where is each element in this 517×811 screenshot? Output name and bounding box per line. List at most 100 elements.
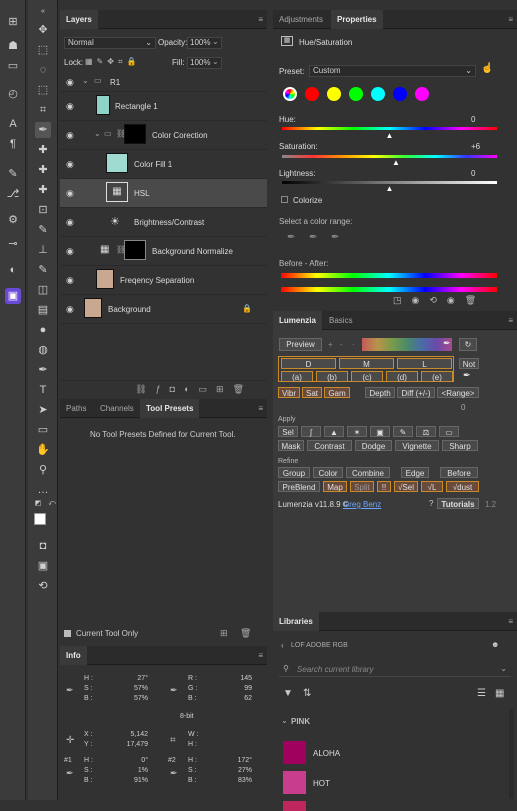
tab-tool-presets[interactable]: Tool Presets — [140, 399, 200, 418]
chevron-down-icon[interactable]: ⌄ — [82, 76, 89, 85]
layer-row-selected[interactable]: ◉ ▦ HSL — [60, 179, 267, 208]
zoom-tool-icon[interactable]: ⚲ — [35, 462, 51, 478]
chevron-left-icon[interactable]: ‹ — [281, 641, 284, 650]
type-tool-icon[interactable]: T — [35, 382, 51, 398]
libraries-icon[interactable]: ⊞ — [5, 14, 21, 30]
tab-lumenzia[interactable]: Lumenzia — [273, 311, 322, 330]
healing-tool-icon[interactable]: ✚ — [35, 142, 51, 158]
contrast-button[interactable]: Contrast — [307, 440, 352, 451]
brush-tool-icon[interactable]: ✎ — [35, 222, 51, 238]
filter-icon[interactable]: ▼ — [283, 688, 293, 699]
lightness-slider-thumb[interactable]: ▲ — [386, 184, 394, 193]
eyedropper-icon[interactable]: ✒ — [287, 232, 295, 243]
color-range-swatch[interactable] — [371, 87, 385, 101]
eye-icon[interactable]: ◉ — [66, 130, 76, 140]
color-range-swatch[interactable] — [415, 87, 429, 101]
sort-icon[interactable]: ⇅ — [303, 688, 311, 699]
e-zone-button[interactable]: (e) — [421, 371, 453, 382]
menu-icon[interactable]: ≡ — [258, 404, 263, 413]
new-preset-icon[interactable]: ⊞ — [220, 628, 228, 639]
color-range-swatch[interactable] — [393, 87, 407, 101]
chevron-down-icon[interactable]: ⌄ — [212, 57, 219, 66]
foreground-color[interactable] — [34, 513, 46, 525]
edge-button[interactable]: Edge — [401, 467, 429, 478]
eye-icon[interactable]: ◉ — [66, 101, 76, 111]
history-icon[interactable]: ◴ — [5, 86, 21, 102]
map-button[interactable]: Map — [323, 481, 347, 492]
swatch-color[interactable] — [283, 741, 306, 764]
swatch-color[interactable] — [283, 801, 306, 811]
layer-row[interactable]: ◉ Freqency Separation — [60, 266, 267, 295]
lightness-value[interactable]: 0 — [471, 169, 475, 178]
colorize-checkbox[interactable] — [281, 196, 288, 203]
eye-icon[interactable]: ◉ — [66, 159, 76, 169]
d-button[interactable]: D — [281, 358, 336, 369]
layer-row[interactable]: ◉ ⌄ ▭ R1 — [60, 72, 267, 92]
dodge-tool-icon[interactable]: ◍ — [35, 342, 51, 358]
split-button[interactable]: Split — [350, 481, 374, 492]
menu-icon[interactable]: ≡ — [258, 651, 263, 660]
eye-icon[interactable]: ◉ — [66, 188, 76, 198]
eraser-tool-icon[interactable]: ◫ — [35, 282, 51, 298]
object-select-icon[interactable]: ⬚ — [35, 82, 51, 98]
preblend-button[interactable]: PreBlend — [278, 481, 320, 492]
check-sel-button[interactable]: √Sel — [394, 481, 418, 492]
swap-colors-icon[interactable]: ⤺ — [44, 495, 60, 511]
comment-icon[interactable]: ▭ — [5, 58, 21, 74]
layer-row[interactable]: ◉ Background 🔒 — [60, 295, 267, 324]
master-swatch[interactable] — [283, 87, 297, 101]
layer-row[interactable]: ◉ ☀ Brightness/Contrast — [60, 208, 267, 237]
mask-button[interactable]: Mask — [278, 440, 304, 451]
square-icon[interactable]: ▭ — [439, 426, 459, 437]
l-button[interactable]: L — [397, 358, 452, 369]
tab-layers[interactable]: Layers — [60, 10, 98, 29]
depth-button[interactable]: Depth — [365, 387, 395, 398]
eye-icon[interactable]: ◉ — [66, 304, 76, 314]
layer-row[interactable]: ◉ ▦ ⛓ Background Normalize — [60, 237, 267, 266]
not-button[interactable]: Not — [459, 358, 479, 369]
color-buttons-strip[interactable] — [362, 338, 452, 351]
blur-tool-icon[interactable]: ● — [35, 322, 51, 338]
color-range-swatch[interactable] — [349, 87, 363, 101]
a-button[interactable]: (a) — [281, 371, 313, 382]
range-button[interactable]: <Range> — [437, 387, 479, 398]
grid-view-icon[interactable]: ▦ — [495, 688, 504, 699]
gradient-tool-icon[interactable]: ▤ — [35, 302, 51, 318]
blend-mode-select[interactable]: Normal ⌄ — [64, 37, 156, 49]
eyedropper-minus-icon[interactable]: ✒ — [331, 232, 339, 243]
marquee-tool-icon[interactable]: ⬚ — [35, 42, 51, 58]
tab-paths[interactable]: Paths — [60, 399, 92, 418]
eye-icon[interactable]: ◉ — [66, 246, 76, 256]
collapse-icon[interactable]: « — [35, 3, 51, 19]
b-button[interactable]: (b) — [316, 371, 348, 382]
combine-button[interactable]: Combine — [346, 467, 390, 478]
diff-button[interactable]: Diff (+/-) — [397, 387, 435, 398]
add-person-icon[interactable]: ☻ — [491, 640, 499, 649]
dodge-button[interactable]: Dodge — [355, 440, 392, 451]
current-tool-checkbox[interactable] — [64, 630, 71, 637]
tab-channels[interactable]: Channels — [94, 399, 140, 418]
layers-footer-icons[interactable]: ⛓ƒ◘◐▭⊞🗑 — [60, 380, 267, 396]
vignette-button[interactable]: Vignette — [395, 440, 439, 451]
shapes-icon[interactable]: ☗ — [5, 38, 21, 54]
balance-icon[interactable]: ⚖ — [416, 426, 436, 437]
tab-properties[interactable]: Properties — [331, 10, 383, 29]
screen-mode-icon[interactable]: ▣ — [35, 558, 51, 574]
menu-icon[interactable]: ≡ — [258, 15, 263, 24]
list-view-icon[interactable]: ☰ — [477, 688, 486, 699]
check-dust-button[interactable]: √dust — [446, 481, 479, 492]
help-icon[interactable]: ? — [429, 499, 433, 508]
image-icon[interactable]: ▣ — [370, 426, 390, 437]
preset-select[interactable]: Custom ⌄ — [309, 65, 476, 77]
patch-tool-icon[interactable]: ✚ — [35, 182, 51, 198]
d-zone-button[interactable]: (d) — [386, 371, 418, 382]
clone-source-icon[interactable]: ⎇ — [5, 186, 21, 202]
eye-icon[interactable]: ◉ — [66, 217, 76, 227]
vibr-button[interactable]: Vibr — [278, 387, 300, 398]
plugin-icon[interactable]: ◐ — [5, 262, 21, 278]
exclaim-button[interactable]: !! — [377, 481, 391, 492]
gam-button[interactable]: Gam — [324, 387, 350, 398]
targeted-adjustment-icon[interactable]: ☝ — [481, 63, 493, 74]
crop-tool-icon[interactable]: ⌗ — [35, 102, 51, 118]
refresh-button[interactable]: ↻ — [459, 338, 477, 351]
